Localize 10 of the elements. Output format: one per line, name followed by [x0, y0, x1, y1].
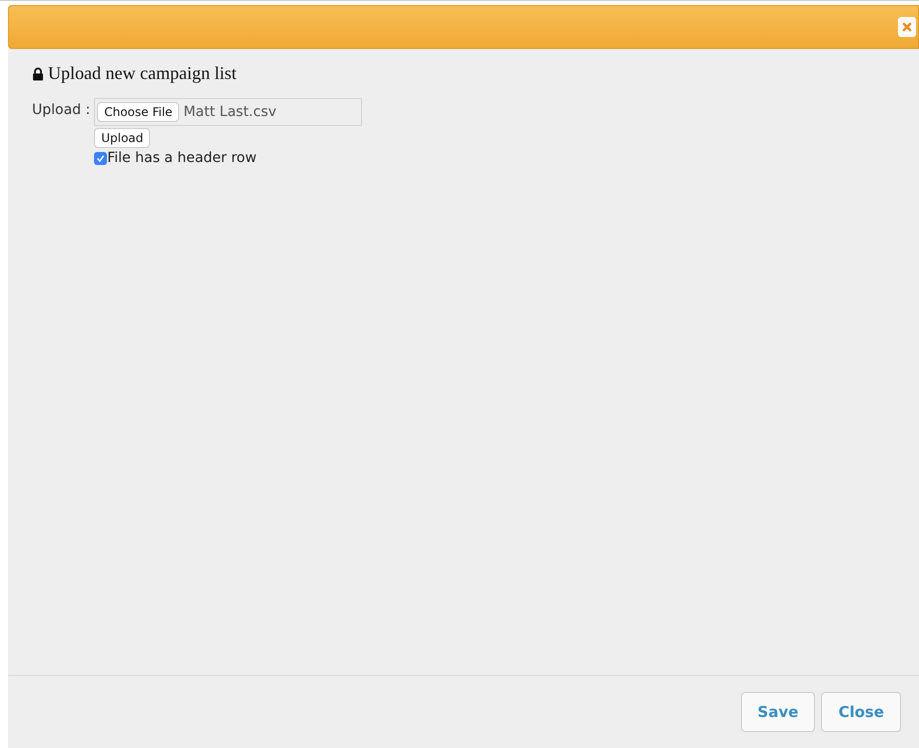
file-input[interactable]: Choose File Matt Last.csv [94, 98, 362, 126]
upload-button[interactable]: Upload [94, 128, 150, 148]
header-row-checkbox[interactable] [94, 152, 108, 164]
checkbox-label: File has a header row [107, 150, 257, 166]
dialog-heading: Upload new campaign list [48, 63, 236, 84]
choose-file-button[interactable]: Choose File [97, 102, 180, 122]
file-name: Matt Last.csv [183, 104, 276, 120]
close-icon[interactable] [898, 17, 916, 37]
lock-icon [32, 66, 44, 80]
upload-label: Upload : [32, 101, 90, 120]
